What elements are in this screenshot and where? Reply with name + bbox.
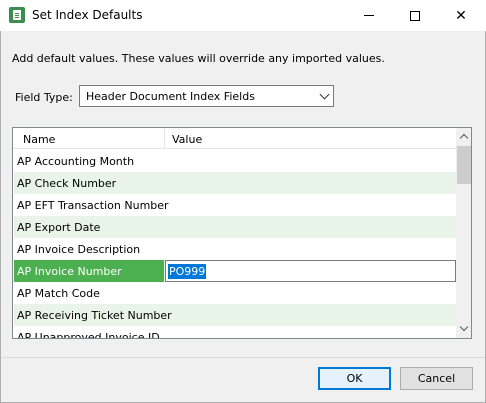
scroll-down-icon[interactable]	[456, 321, 471, 338]
column-divider[interactable]	[164, 129, 165, 148]
scroll-thumb[interactable]	[457, 146, 471, 184]
close-icon: ✕	[455, 7, 467, 24]
chevron-down-icon	[319, 89, 330, 100]
table-row[interactable]: AP Unapproved Invoice ID	[14, 326, 456, 339]
row-name-cell: AP EFT Transaction Number	[17, 199, 169, 212]
table-row[interactable]: AP Receiving Ticket Number	[14, 304, 456, 326]
field-type-selected: Header Document Index Fields	[86, 90, 255, 103]
table-row[interactable]: AP Export Date	[14, 216, 456, 238]
row-name-cell: AP Invoice Description	[17, 243, 141, 256]
cancel-button[interactable]: Cancel	[400, 367, 473, 390]
grid-rows: AP Accounting Month AP Check Number AP E…	[14, 150, 456, 339]
table-row[interactable]: AP Accounting Month	[14, 150, 456, 172]
close-button[interactable]: ✕	[438, 0, 484, 31]
row-name-cell: AP Check Number	[17, 177, 117, 190]
table-row[interactable]: AP Check Number	[14, 172, 456, 194]
grid-header: Name Value	[13, 128, 456, 149]
table-row[interactable]: AP EFT Transaction Number	[14, 194, 456, 216]
window-title: Set Index Defaults	[32, 8, 143, 22]
field-type-label: Field Type:	[15, 91, 73, 104]
table-row[interactable]: AP Match Code	[14, 282, 456, 304]
instruction-text: Add default values. These values will ov…	[12, 52, 385, 65]
minimize-button[interactable]	[346, 0, 392, 31]
minimize-icon	[364, 15, 374, 16]
column-header-name[interactable]: Name	[23, 133, 55, 146]
value-selected-text: PO999	[168, 264, 207, 279]
row-name-cell: AP Unapproved Invoice ID	[17, 331, 160, 339]
maximize-icon	[410, 10, 420, 21]
row-name-cell: AP Accounting Month	[17, 155, 135, 168]
row-name-cell: AP Match Code	[17, 287, 100, 300]
field-type-dropdown[interactable]: Header Document Index Fields	[79, 85, 334, 107]
footer-divider	[1, 357, 485, 358]
table-row-selected[interactable]: AP Invoice Number PO999	[14, 260, 456, 282]
column-header-value[interactable]: Value	[172, 133, 202, 146]
scroll-up-icon[interactable]	[456, 128, 471, 145]
index-fields-grid[interactable]: Name Value AP Accounting Month AP Check …	[12, 127, 472, 339]
row-name-cell: AP Receiving Ticket Number	[17, 309, 172, 322]
row-name-cell: AP Invoice Number	[17, 265, 122, 278]
value-edit-input[interactable]: PO999	[165, 260, 456, 282]
maximize-button[interactable]	[392, 0, 438, 31]
title-bar: Set Index Defaults ✕	[0, 0, 486, 31]
table-row[interactable]: AP Invoice Description	[14, 238, 456, 260]
app-icon	[9, 7, 25, 23]
vertical-scrollbar[interactable]	[456, 128, 471, 338]
ok-button[interactable]: OK	[318, 367, 391, 390]
row-name-cell: AP Export Date	[17, 221, 101, 234]
